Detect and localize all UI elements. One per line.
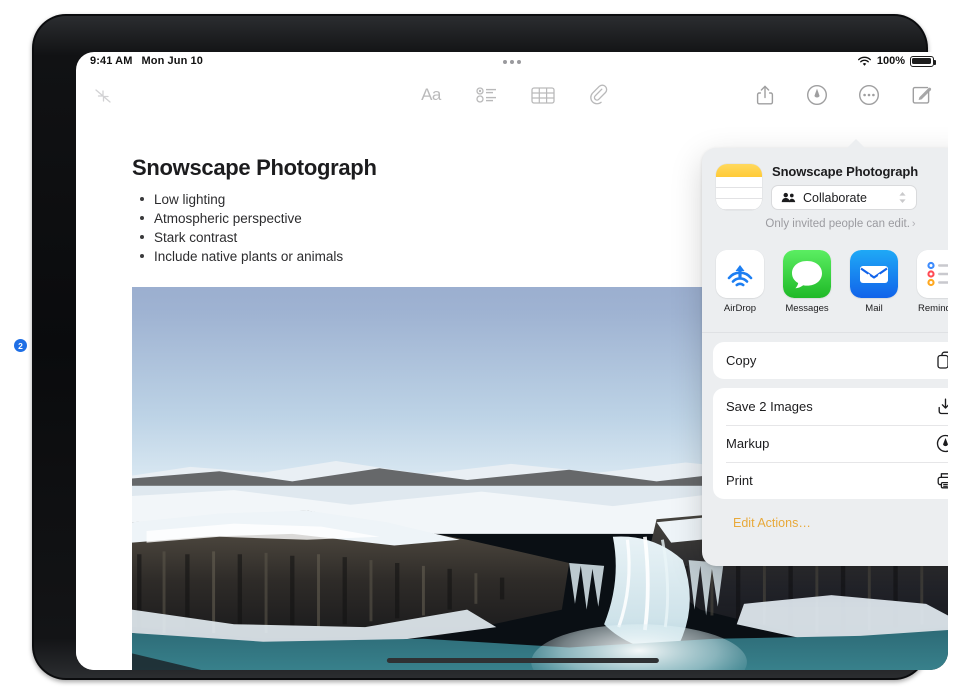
bullet-dot-icon: [140, 254, 144, 258]
compose-note-icon[interactable]: [908, 82, 934, 108]
collapse-arrows-icon[interactable]: [90, 84, 116, 108]
action-label: Copy: [726, 353, 936, 368]
markup-pen-icon: [936, 434, 948, 453]
share-sheet-title: Snowscape Photograph: [772, 164, 948, 179]
wifi-icon: [857, 56, 872, 67]
copy-icon: [936, 351, 948, 370]
list-item-label: Atmospheric perspective: [154, 209, 302, 228]
list-item: Stark contrast: [140, 228, 343, 247]
notes-app-icon: [716, 164, 762, 210]
format-aa-label: Aa: [421, 85, 441, 105]
share-icon[interactable]: [752, 82, 778, 108]
share-target-label: AirDrop: [716, 303, 764, 314]
app-toolbar: Aa: [76, 74, 948, 120]
bullet-dot-icon: [140, 235, 144, 239]
checklist-icon[interactable]: [474, 82, 500, 108]
save-image-icon: [936, 397, 948, 416]
action-label: Save 2 Images: [726, 399, 936, 414]
share-sheet: Snowscape Photograph Collaborate: [702, 148, 948, 566]
reminders-icon: [917, 250, 948, 298]
popover-arrow: [845, 139, 867, 150]
share-apps-row[interactable]: AirDrop Messages: [702, 250, 948, 330]
share-target-mail[interactable]: Mail: [850, 250, 898, 330]
chevron-right-icon: ›: [912, 218, 916, 230]
action-print[interactable]: Print: [713, 462, 948, 499]
action-save-images[interactable]: Save 2 Images: [713, 388, 948, 425]
printer-icon: [936, 471, 948, 490]
action-group-primary: Copy: [713, 342, 948, 379]
bullet-dot-icon: [140, 197, 144, 201]
action-label: Print: [726, 473, 936, 488]
list-item: Low lighting: [140, 190, 343, 209]
ipad-screen: 9:41 AM Mon Jun 10 100%: [76, 52, 948, 670]
list-item-label: Low lighting: [154, 190, 225, 209]
bullet-dot-icon: [140, 216, 144, 220]
battery-icon: [910, 56, 934, 67]
share-target-messages[interactable]: Messages: [783, 250, 831, 330]
share-target-label: Messages: [783, 303, 831, 314]
toolbar-center-group: Aa: [418, 82, 612, 108]
status-bar-left: 9:41 AM Mon Jun 10: [90, 55, 203, 67]
more-ellipsis-icon[interactable]: [856, 82, 882, 108]
status-bar-right: 100%: [857, 55, 934, 67]
page-title: Snowscape Photograph: [132, 155, 377, 181]
ipad-device-frame: 9:41 AM Mon Jun 10 100%: [32, 14, 928, 680]
list-item-label: Include native plants or animals: [154, 247, 343, 266]
battery-percent: 100%: [877, 55, 905, 67]
status-time: 9:41 AM: [90, 55, 132, 67]
multitask-dots-icon[interactable]: [503, 60, 521, 64]
edit-actions-button[interactable]: Edit Actions…: [713, 508, 948, 530]
permission-label: Only invited people can edit.: [765, 218, 909, 230]
list-item: Include native plants or animals: [140, 247, 343, 266]
action-label: Markup: [726, 436, 936, 451]
note-bullet-list: Low lighting Atmospheric perspective Sta…: [140, 190, 343, 266]
list-item: Atmospheric perspective: [140, 209, 343, 228]
share-target-label: Mail: [850, 303, 898, 314]
collaborate-label: Collaborate: [803, 191, 891, 205]
list-item-label: Stark contrast: [154, 228, 237, 247]
divider: [702, 332, 948, 333]
attachment-paperclip-icon[interactable]: [586, 82, 612, 108]
action-copy[interactable]: Copy: [713, 342, 948, 379]
share-target-label: Reminders: [917, 303, 948, 314]
action-markup[interactable]: Markup: [713, 425, 948, 462]
chevron-up-down-icon: [898, 191, 907, 204]
collaborate-dropdown[interactable]: Collaborate: [771, 185, 917, 210]
share-actions: Copy Save 2 Images: [702, 342, 948, 530]
screenshot-root: 9:41 AM Mon Jun 10 100%: [0, 0, 958, 692]
toolbar-right-group: [752, 82, 934, 108]
share-target-reminders[interactable]: Reminders: [917, 250, 948, 330]
permission-note[interactable]: Only invited people can edit.›: [702, 218, 948, 230]
annotation-marker: 2: [14, 339, 27, 352]
share-target-airdrop[interactable]: AirDrop: [716, 250, 764, 330]
table-icon[interactable]: [530, 82, 556, 108]
people-icon: [781, 192, 796, 203]
messages-icon: [783, 250, 831, 298]
share-sheet-header: Snowscape Photograph Collaborate: [702, 148, 948, 244]
format-aa-icon[interactable]: Aa: [418, 82, 444, 108]
markup-pen-icon[interactable]: [804, 82, 830, 108]
status-date: Mon Jun 10: [141, 55, 203, 67]
action-group-secondary: Save 2 Images Markup: [713, 388, 948, 499]
mail-icon: [850, 250, 898, 298]
airdrop-icon: [716, 250, 764, 298]
home-indicator[interactable]: [387, 658, 659, 663]
